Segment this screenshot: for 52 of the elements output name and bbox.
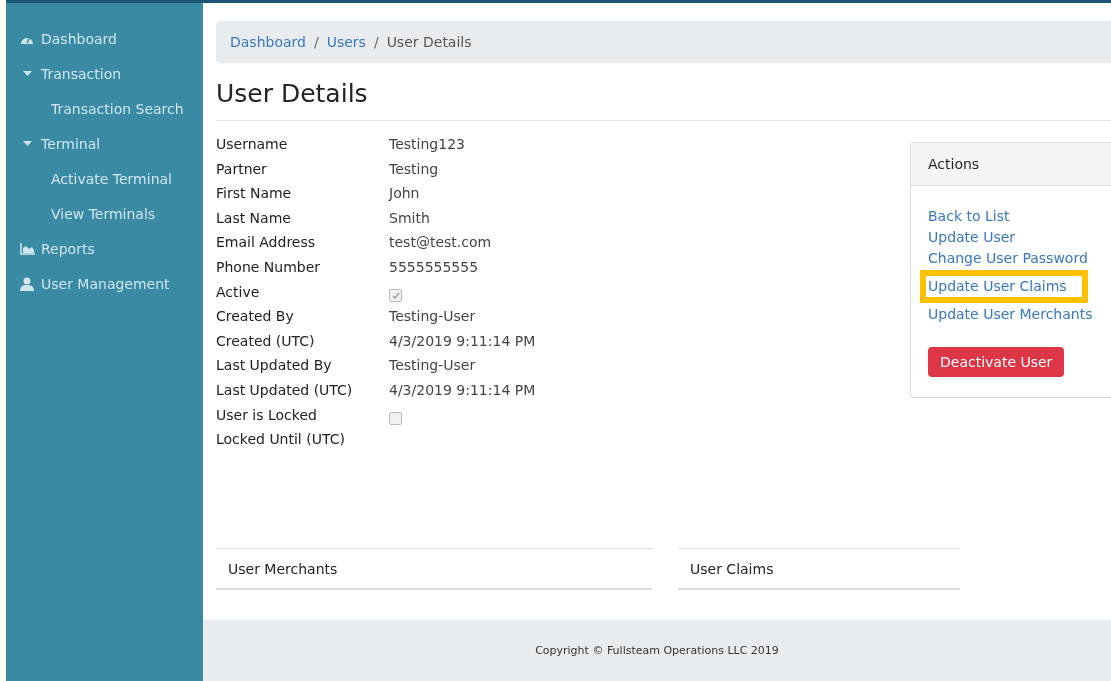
- action-link[interactable]: Update User: [928, 227, 1016, 248]
- deactivate-button[interactable]: Deactivate User: [928, 347, 1065, 377]
- breadcrumb-separator: /: [313, 34, 319, 50]
- field-label: Partner: [216, 160, 267, 177]
- field-label: Email Address: [216, 234, 316, 251]
- sidebar-subitem[interactable]: View Terminals: [51, 205, 156, 222]
- caret-icon[interactable]: [22, 69, 32, 78]
- field-value: 4/3/2019 9:11:14 PM: [389, 332, 536, 349]
- field-label: Last Name: [216, 209, 291, 226]
- footer-text: Copyright © Fullsteam Operations LLC 2019: [535, 644, 779, 657]
- panel-header: User Claims: [678, 548, 960, 590]
- field-value: Testing-User: [389, 357, 476, 374]
- field-label: Created By: [216, 308, 294, 325]
- sidebar-item[interactable]: Dashboard: [41, 30, 117, 47]
- area-chart-icon: [19, 242, 35, 255]
- field-value: Testing: [389, 160, 439, 177]
- field-value: Testing123: [389, 136, 465, 152]
- sidebar-item[interactable]: Terminal: [41, 135, 101, 152]
- field-value: Testing-User: [389, 308, 476, 325]
- sidebar-item[interactable]: Reports: [41, 240, 95, 257]
- breadcrumb-link[interactable]: Users: [326, 34, 366, 50]
- field-label: Active: [216, 283, 260, 300]
- card-header: Actions: [911, 143, 1111, 186]
- checkbox[interactable]: [389, 411, 402, 425]
- field-label: Created (UTC): [216, 332, 315, 349]
- field-label: Username: [216, 136, 288, 152]
- breadcrumb-current: User Details: [386, 34, 472, 50]
- field-label: Last Updated (UTC): [216, 381, 353, 398]
- panel-header: User Merchants: [216, 548, 652, 590]
- checkbox[interactable]: [389, 288, 402, 302]
- field-label: First Name: [216, 185, 292, 202]
- field-label: Last Updated By: [216, 357, 332, 374]
- sidebar-subitem[interactable]: Activate Terminal: [51, 170, 172, 187]
- field-value: John: [389, 185, 420, 202]
- field-value: 4/3/2019 9:11:14 PM: [389, 381, 536, 398]
- breadcrumb-separator: /: [373, 34, 379, 50]
- field-value: Smith: [389, 209, 430, 226]
- page-title: User Details: [216, 79, 1111, 121]
- sidebar-subitem[interactable]: Transaction Search: [51, 100, 184, 117]
- breadcrumb-link[interactable]: Dashboard: [230, 34, 306, 50]
- field-label: Phone Number: [216, 258, 321, 275]
- user-icon: [20, 276, 34, 291]
- sidebar-item[interactable]: Transaction: [41, 65, 122, 82]
- action-link[interactable]: Change User Password: [928, 248, 1088, 269]
- action-link[interactable]: Update User Merchants: [928, 304, 1093, 325]
- field-value: test@test.com: [389, 234, 492, 251]
- action-link[interactable]: Back to List: [928, 206, 1010, 227]
- field-label: User is Locked: [216, 406, 317, 423]
- field-label: Locked Until (UTC): [216, 431, 345, 448]
- sidebar-item[interactable]: User Management: [41, 275, 170, 292]
- caret-icon[interactable]: [22, 139, 32, 148]
- field-value: 5555555555: [389, 258, 479, 275]
